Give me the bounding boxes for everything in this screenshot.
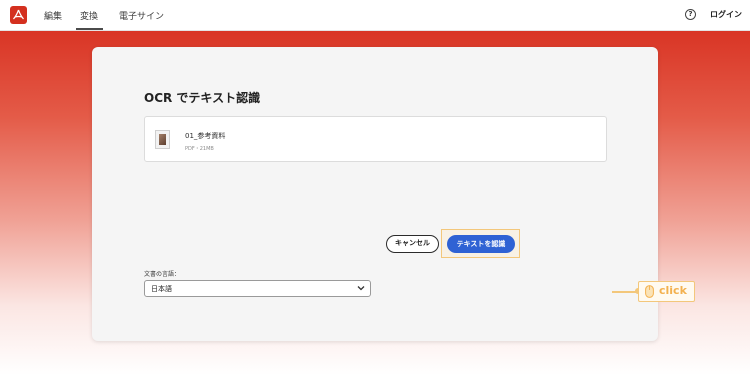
nav-edit[interactable]: 編集 — [44, 9, 62, 22]
recognize-text-button[interactable]: テキストを認識 — [447, 235, 515, 253]
click-label: click — [659, 284, 687, 297]
help-icon[interactable]: ? — [685, 9, 696, 20]
mouse-icon — [645, 285, 654, 298]
language-select[interactable]: 日本語 — [144, 280, 371, 297]
dialog-title: OCR でテキスト認識 — [144, 91, 261, 105]
top-navigation-bar: 編集 変換 電子サイン ? ログイン — [0, 0, 750, 31]
file-item: 01_参考資料 PDF・21MB — [144, 116, 607, 162]
file-meta: PDF・21MB — [185, 146, 214, 152]
nav-active-indicator — [76, 28, 103, 30]
thumbnail-image — [159, 134, 166, 145]
file-thumbnail — [155, 130, 170, 149]
chevron-down-icon — [357, 286, 365, 291]
click-callout: click — [638, 281, 695, 302]
cancel-button[interactable]: キャンセル — [386, 235, 439, 253]
file-name: 01_参考資料 — [185, 132, 226, 140]
ocr-dialog-card: OCR でテキスト認識 01_参考資料 PDF・21MB 文書の言語： 日本語 — [92, 47, 658, 341]
acrobat-logo-icon[interactable] — [10, 6, 27, 24]
language-label: 文書の言語： — [144, 271, 181, 278]
login-link[interactable]: ログイン — [710, 9, 742, 20]
language-value: 日本語 — [151, 285, 172, 293]
nav-e-sign[interactable]: 電子サイン — [119, 9, 164, 22]
nav-convert[interactable]: 変換 — [80, 9, 98, 22]
